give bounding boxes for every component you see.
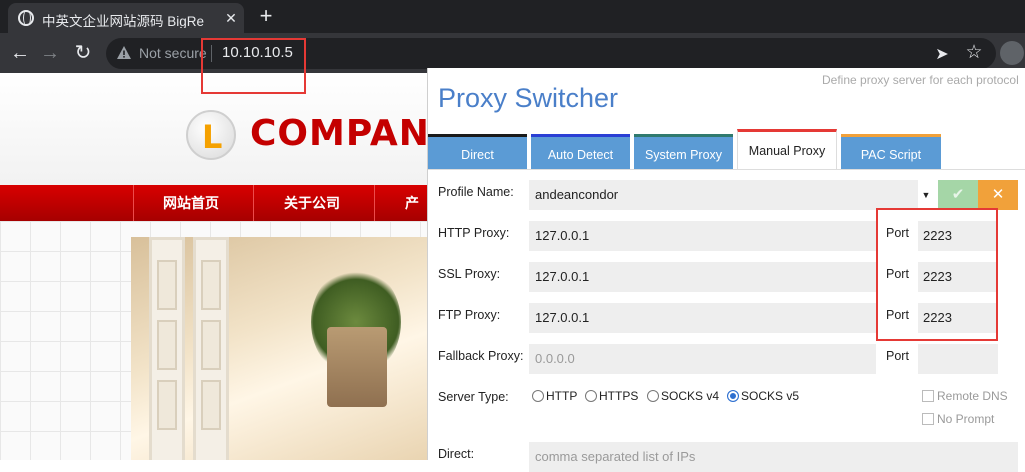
radio-https-label: HTTPS [599, 389, 639, 403]
save-button[interactable]: ✔ [938, 180, 978, 210]
direct-input[interactable]: comma separated list of IPs [529, 442, 1018, 472]
popup-subtitle: Define proxy server for each protocol [822, 73, 1019, 87]
radio-circle[interactable] [647, 390, 659, 402]
warning-icon[interactable] [116, 45, 132, 61]
ftp-proxy-input[interactable]: 127.0.0.1 [529, 303, 876, 333]
logo-letter: L [202, 118, 223, 156]
forward-arrow-icon[interactable]: → [38, 41, 62, 65]
tab-system-proxy[interactable]: System Proxy [634, 134, 733, 170]
dropdown-arrow-icon[interactable]: ▼ [918, 180, 934, 210]
door-left [149, 237, 185, 460]
browser-toolbar: ← → ↻ Not secure 10.10.10.5 ➤ ☆ [0, 33, 1025, 73]
nav-item-home[interactable]: 网站首页 [163, 193, 219, 213]
tab-title: 中英文企业网站源码 BigRe [42, 14, 205, 28]
radio-http[interactable]: HTTP [532, 389, 577, 405]
ftp-proxy-label: FTP Proxy: [438, 308, 501, 322]
ssl-proxy-label: SSL Proxy: [438, 267, 501, 281]
send-icon[interactable]: ➤ [932, 44, 952, 64]
remote-dns-label: Remote DNS [937, 389, 1008, 403]
http-proxy-label: HTTP Proxy: [438, 226, 510, 240]
cancel-button[interactable]: ✕ [978, 180, 1018, 210]
nav-item-products[interactable]: 产 [405, 193, 419, 213]
url-highlight-box [201, 38, 306, 94]
remote-dns-checkbox[interactable]: Remote DNS [922, 389, 1008, 405]
direct-label: Direct: [438, 447, 475, 461]
radio-socks-v5-label: SOCKS v5 [741, 389, 800, 403]
tab-manual-proxy[interactable]: Manual Proxy [737, 129, 837, 170]
plant-pot [327, 327, 387, 407]
radio-circle-selected[interactable] [727, 390, 739, 402]
fallback-proxy-input[interactable]: 0.0.0.0 [529, 344, 876, 374]
radio-http-label: HTTP [546, 389, 578, 403]
tab-direct[interactable]: Direct [428, 134, 527, 170]
radio-circle[interactable] [532, 390, 544, 402]
door-left-inner [193, 237, 229, 460]
checkbox-box[interactable] [922, 413, 934, 425]
close-tab-icon[interactable]: ✕ [222, 9, 240, 27]
nav-divider [374, 185, 375, 221]
server-type-label: Server Type: [438, 390, 509, 404]
nav-divider [253, 185, 254, 221]
security-label[interactable]: Not secure [139, 45, 207, 61]
nav-item-about[interactable]: 关于公司 [284, 193, 340, 213]
new-tab-button[interactable]: + [254, 4, 278, 28]
logo-text[interactable]: COMPANY [250, 113, 457, 154]
extension-icon[interactable] [1000, 41, 1024, 65]
fallback-port-label: Port [886, 349, 909, 363]
logo-icon[interactable]: L [186, 110, 236, 160]
tab-pac-script[interactable]: PAC Script [841, 134, 941, 170]
radio-socks-v5[interactable]: SOCKS v5 [727, 389, 799, 405]
radio-https[interactable]: HTTPS [585, 389, 638, 405]
bookmark-star-icon[interactable]: ☆ [964, 41, 984, 63]
hero-image [131, 237, 431, 460]
nav-divider [133, 185, 134, 221]
port-highlight-box [876, 208, 998, 341]
tabs-underline [428, 169, 1025, 170]
browser-tab-bar: 中英文企业网站源码 BigRe ✕ + [0, 0, 1025, 33]
proxy-switcher-popup: Define proxy server for each protocol Pr… [427, 68, 1025, 472]
checkbox-box[interactable] [922, 390, 934, 402]
no-prompt-checkbox[interactable]: No Prompt [922, 412, 994, 428]
no-prompt-label: No Prompt [937, 412, 995, 426]
fallback-proxy-label: Fallback Proxy: [438, 349, 524, 363]
radio-socks-v4[interactable]: SOCKS v4 [647, 389, 719, 405]
profile-name-select[interactable]: andeancondor [529, 180, 918, 210]
tab-auto-detect[interactable]: Auto Detect [531, 134, 630, 170]
radio-circle[interactable] [585, 390, 597, 402]
popup-title: Proxy Switcher [438, 83, 619, 113]
fallback-port-input[interactable] [918, 344, 998, 374]
reload-icon[interactable]: ↻ [71, 41, 95, 65]
browser-tab[interactable]: 中英文企业网站源码 BigRe ✕ [8, 3, 244, 33]
back-arrow-icon[interactable]: ← [8, 41, 32, 65]
profile-name-label: Profile Name: [438, 185, 514, 199]
ssl-proxy-input[interactable]: 127.0.0.1 [529, 262, 876, 292]
radio-socks-v4-label: SOCKS v4 [661, 389, 720, 403]
http-proxy-input[interactable]: 127.0.0.1 [529, 221, 876, 251]
globe-icon [18, 10, 34, 26]
